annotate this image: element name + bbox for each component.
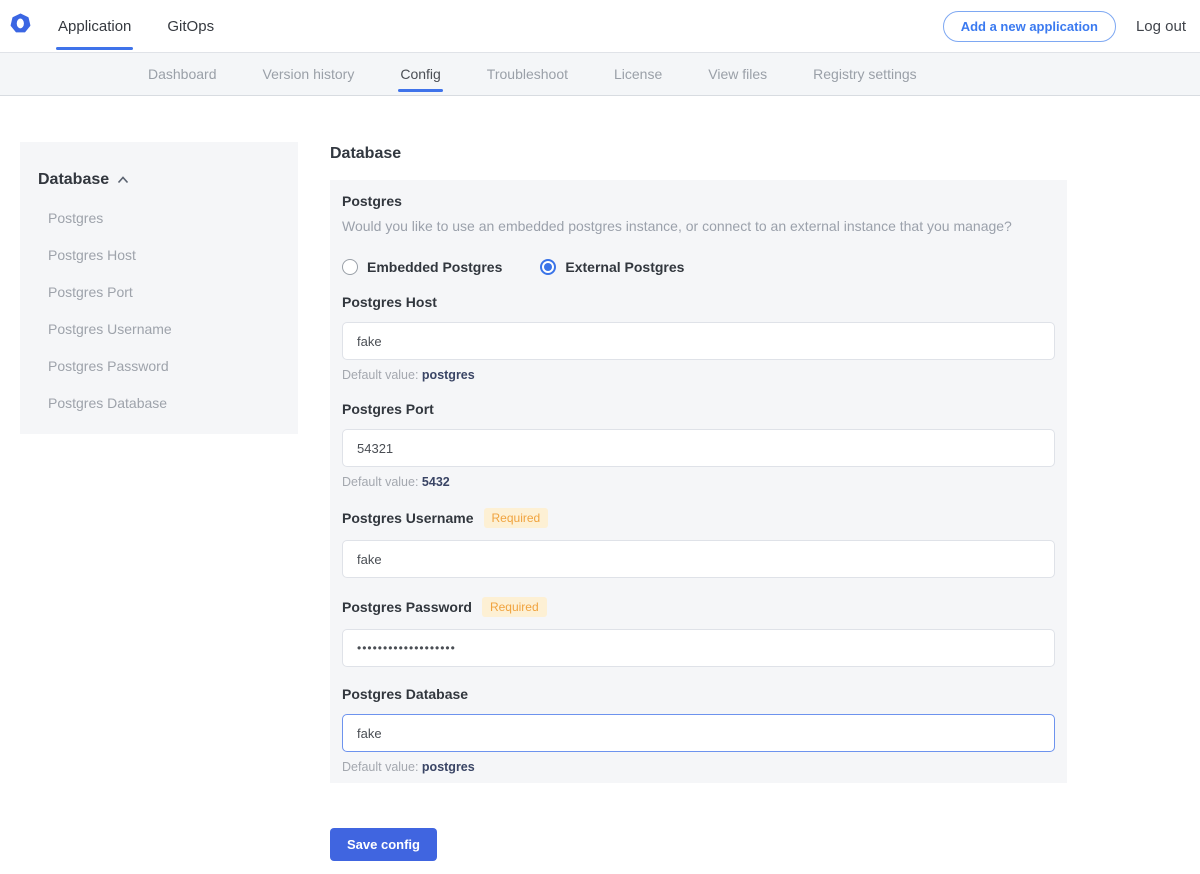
field-label: Postgres Username: [342, 510, 474, 526]
default-value: postgres: [422, 368, 475, 382]
top-tab-label: Application: [58, 18, 131, 35]
subnav-tab-view-files[interactable]: View files: [708, 53, 767, 95]
sidebar-item-postgres[interactable]: Postgres: [38, 210, 288, 226]
logout-link[interactable]: Log out: [1136, 18, 1186, 35]
required-badge: Required: [482, 597, 547, 617]
subnav-tab-license[interactable]: License: [614, 53, 662, 95]
field-helper: Default value: 5432: [342, 475, 1055, 489]
subnav-tab-config[interactable]: Config: [400, 53, 440, 95]
config-sidebar: Database Postgres Postgres Host Postgres…: [20, 142, 298, 434]
postgres-password-input[interactable]: [342, 629, 1055, 667]
sidebar-group-label: Database: [38, 171, 109, 189]
postgres-username-input[interactable]: [342, 540, 1055, 578]
radio-unchecked-icon[interactable]: [342, 259, 358, 275]
field-postgres-host: Postgres Host Default value: postgres: [342, 294, 1055, 382]
radio-embedded-postgres[interactable]: Embedded Postgres: [342, 259, 502, 275]
group-description: Would you like to use an embedded postgr…: [342, 218, 1055, 234]
field-helper: Default value: postgres: [342, 760, 1055, 774]
top-nav: Application GitOps Add a new application…: [0, 0, 1200, 52]
subnav-tab-registry-settings[interactable]: Registry settings: [813, 53, 916, 95]
sidebar-item-postgres-host[interactable]: Postgres Host: [38, 247, 288, 263]
brand-logo-icon: [10, 13, 31, 39]
subnav-tab-troubleshoot[interactable]: Troubleshoot: [487, 53, 568, 95]
field-helper: Default value: postgres: [342, 368, 1055, 382]
chevron-up-icon: [117, 171, 129, 189]
postgres-database-input[interactable]: [342, 714, 1055, 752]
radio-label: External Postgres: [565, 259, 684, 275]
top-tab-label: GitOps: [167, 18, 214, 35]
sidebar-item-postgres-password[interactable]: Postgres Password: [38, 358, 288, 374]
subnav-tab-version-history[interactable]: Version history: [263, 53, 355, 95]
config-page: Database Postgres Postgres Host Postgres…: [0, 96, 1200, 861]
sidebar-item-postgres-port[interactable]: Postgres Port: [38, 284, 288, 300]
required-badge: Required: [484, 508, 549, 528]
field-postgres-username: Postgres Username Required: [342, 508, 1055, 578]
top-tab-application[interactable]: Application: [56, 0, 133, 52]
field-label: Postgres Host: [342, 294, 437, 310]
field-label: Postgres Port: [342, 401, 434, 417]
sidebar-item-postgres-database[interactable]: Postgres Database: [38, 395, 288, 411]
app-logo[interactable]: [0, 0, 56, 52]
add-application-button[interactable]: Add a new application: [943, 11, 1116, 42]
sidebar-item-postgres-username[interactable]: Postgres Username: [38, 321, 288, 337]
radio-label: Embedded Postgres: [367, 259, 502, 275]
top-tab-gitops[interactable]: GitOps: [165, 0, 216, 52]
config-main: Database Postgres Would you like to use …: [330, 145, 1067, 861]
radio-external-postgres[interactable]: External Postgres: [540, 259, 684, 275]
radio-checked-icon[interactable]: [540, 259, 556, 275]
default-value: postgres: [422, 760, 475, 774]
default-value: 5432: [422, 475, 450, 489]
field-label: Postgres Database: [342, 686, 468, 702]
postgres-type-radio-group: Embedded Postgres External Postgres: [342, 259, 1055, 275]
page-title: Database: [330, 145, 1067, 163]
subnav-tab-dashboard[interactable]: Dashboard: [148, 53, 217, 95]
field-postgres-database: Postgres Database Default value: postgre…: [342, 686, 1055, 774]
group-name: Postgres: [342, 193, 1055, 209]
field-label: Postgres Password: [342, 599, 472, 615]
field-postgres-port: Postgres Port Default value: 5432: [342, 401, 1055, 489]
postgres-port-input[interactable]: [342, 429, 1055, 467]
config-group-card: Postgres Would you like to use an embedd…: [330, 180, 1067, 783]
sidebar-group-database[interactable]: Database: [38, 171, 288, 189]
top-nav-right: Add a new application Log out: [943, 0, 1200, 52]
postgres-host-input[interactable]: [342, 322, 1055, 360]
app-subnav: Dashboard Version history Config Trouble…: [0, 52, 1200, 96]
field-postgres-password: Postgres Password Required: [342, 597, 1055, 667]
save-config-button[interactable]: Save config: [330, 828, 437, 861]
